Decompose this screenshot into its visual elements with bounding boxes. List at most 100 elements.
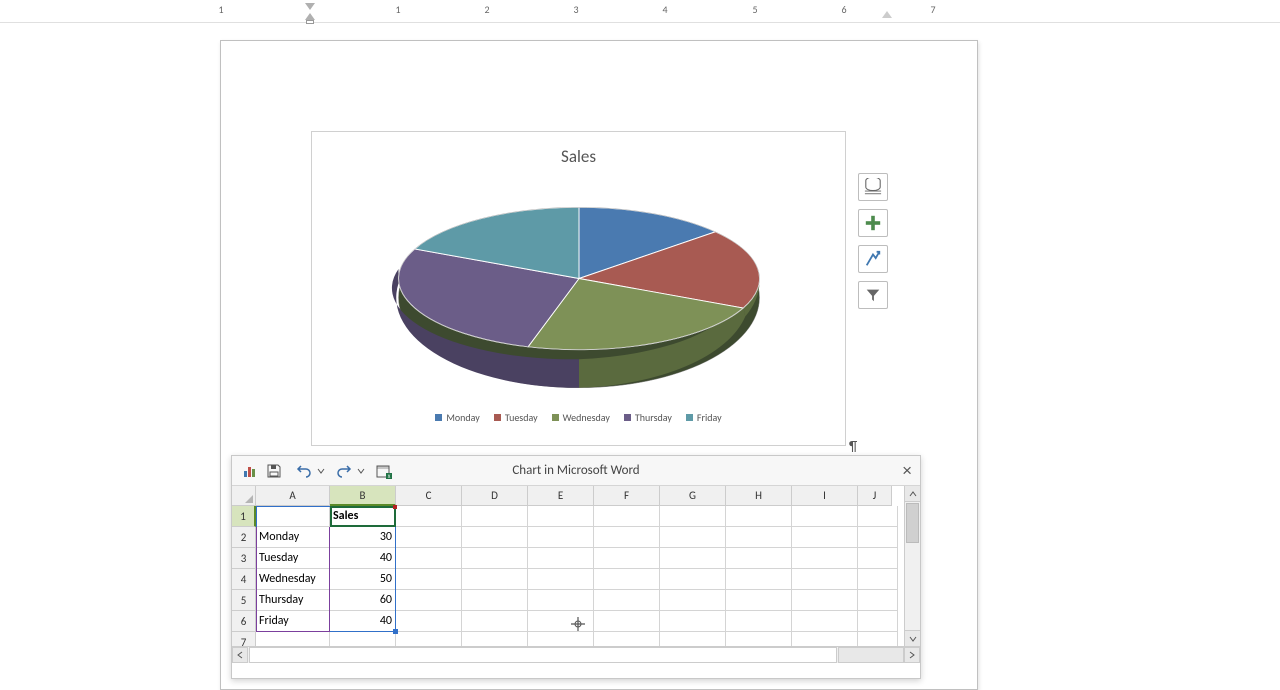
scroll-thumb[interactable] [906,503,919,543]
cell[interactable] [462,611,528,632]
col-header-g[interactable]: G [660,486,726,506]
hanging-indent-icon[interactable] [305,13,315,20]
cell[interactable] [792,527,858,548]
cell[interactable] [660,506,726,527]
cell[interactable] [256,632,330,646]
cell[interactable] [462,569,528,590]
cell[interactable] [396,506,462,527]
cell[interactable] [660,590,726,611]
pie-plot-area[interactable] [389,173,769,403]
legend-item-wednesday[interactable]: Wednesday [552,411,610,424]
cell[interactable] [660,527,726,548]
col-header-e[interactable]: E [528,486,594,506]
col-header-j[interactable]: J [858,486,892,506]
cell[interactable] [594,632,660,646]
scroll-up-button[interactable] [905,486,920,502]
cell[interactable] [726,611,792,632]
cell[interactable]: Tuesday [256,548,330,569]
scroll-down-button[interactable] [905,630,920,646]
cell[interactable]: Thursday [256,590,330,611]
cell[interactable] [396,590,462,611]
cell[interactable] [858,548,898,569]
cell[interactable] [660,548,726,569]
cell[interactable] [528,548,594,569]
spreadsheet-grid[interactable]: A B C D E F G H I J 1Sales2Monday303Tues… [232,486,920,646]
cell[interactable] [726,632,792,646]
cell[interactable] [462,632,528,646]
cell[interactable] [594,569,660,590]
row-header[interactable]: 1 [232,506,256,527]
scroll-right-button[interactable] [904,647,920,663]
cell[interactable] [726,590,792,611]
save-button[interactable] [262,459,286,483]
row-header[interactable]: 5 [232,590,256,611]
cell[interactable] [462,506,528,527]
cell[interactable] [462,527,528,548]
edit-data-excel-button[interactable]: X [372,459,396,483]
row-header[interactable]: 4 [232,569,256,590]
cell[interactable] [660,569,726,590]
scroll-left-button[interactable] [232,647,248,663]
vertical-scrollbar[interactable] [904,486,920,646]
cell[interactable] [792,632,858,646]
cell[interactable]: 30 [330,527,396,548]
chart-legend[interactable]: Monday Tuesday Wednesday Thursday Friday [312,403,845,424]
first-line-indent-icon[interactable] [305,3,315,10]
cell[interactable] [396,569,462,590]
chart-elements-button[interactable] [858,209,888,237]
chart-styles-button[interactable] [858,245,888,273]
row-header[interactable]: 2 [232,527,256,548]
series-range-handle[interactable] [393,505,397,509]
row-header[interactable]: 7 [232,632,256,646]
row-header[interactable]: 3 [232,548,256,569]
cell[interactable] [462,548,528,569]
cell[interactable] [858,506,898,527]
col-header-a[interactable]: A [256,486,330,506]
cell[interactable]: Wednesday [256,569,330,590]
cell[interactable]: 40 [330,548,396,569]
cell[interactable] [858,569,898,590]
legend-item-thursday[interactable]: Thursday [624,411,672,424]
cell[interactable] [594,548,660,569]
cell[interactable] [792,611,858,632]
cell[interactable] [726,569,792,590]
cell[interactable] [396,632,462,646]
chart-object[interactable]: Sales [311,131,846,446]
chart-title[interactable]: Sales [312,132,845,173]
col-header-b[interactable]: B [330,486,396,506]
cell[interactable] [594,590,660,611]
cell[interactable] [660,632,726,646]
cell[interactable] [462,590,528,611]
cell[interactable]: 50 [330,569,396,590]
undo-button[interactable] [292,459,316,483]
cell[interactable] [528,527,594,548]
cell[interactable] [594,527,660,548]
cell[interactable] [396,527,462,548]
legend-item-tuesday[interactable]: Tuesday [494,411,538,424]
cell[interactable] [858,590,898,611]
cell[interactable] [396,611,462,632]
undo-dropdown[interactable] [316,467,326,475]
col-header-d[interactable]: D [462,486,528,506]
cell[interactable] [660,611,726,632]
cell[interactable]: 40 [330,611,396,632]
horizontal-ruler[interactable]: 1 1 2 3 4 5 6 7 [0,3,1280,23]
cell[interactable] [396,548,462,569]
col-header-f[interactable]: F [594,486,660,506]
layout-options-button[interactable] [858,173,888,201]
col-header-c[interactable]: C [396,486,462,506]
chart-filters-button[interactable] [858,281,888,309]
cell[interactable] [858,611,898,632]
redo-button[interactable] [332,459,356,483]
redo-dropdown[interactable] [356,467,366,475]
row-header[interactable]: 6 [232,611,256,632]
col-header-i[interactable]: I [792,486,858,506]
cell[interactable] [858,632,898,646]
cell[interactable] [594,506,660,527]
close-button[interactable]: × [902,461,912,481]
cell[interactable] [726,548,792,569]
cell[interactable] [594,611,660,632]
legend-item-friday[interactable]: Friday [686,411,722,424]
cell[interactable] [792,590,858,611]
cell[interactable] [528,569,594,590]
